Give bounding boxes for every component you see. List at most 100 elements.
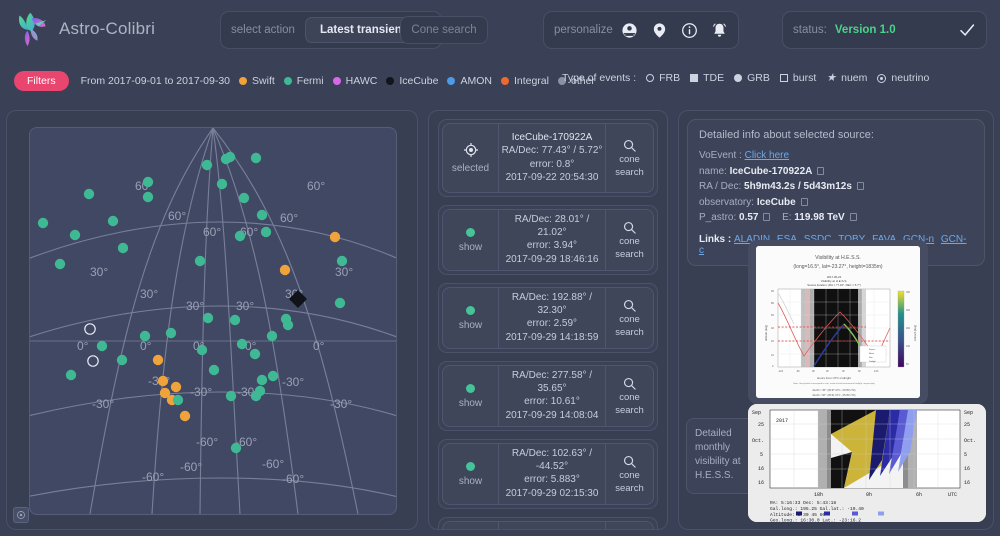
event-type-burst[interactable]: burst xyxy=(779,72,816,84)
sky-marker[interactable] xyxy=(84,323,96,335)
monthly-visibility-image[interactable]: Sep Sep 25 25 Oct. Oct. 5 5 16 16 16 16 2017 1… xyxy=(748,404,986,522)
copy-icon[interactable] xyxy=(849,213,857,221)
transient-cone-search-button[interactable]: cone search xyxy=(605,444,653,504)
selected-indicator[interactable]: selected xyxy=(443,124,499,192)
sky-marker[interactable] xyxy=(194,255,206,267)
user-icon[interactable] xyxy=(621,22,638,39)
sky-marker[interactable] xyxy=(225,390,237,402)
transient-list-panel[interactable]: selected IceCube-170922A RA/Dec: 77.43° … xyxy=(428,110,668,530)
legend-item-hawc[interactable]: HAWC xyxy=(332,75,377,87)
sky-marker[interactable] xyxy=(234,230,246,242)
event-type-neutrino[interactable]: neutrino xyxy=(877,72,929,84)
cone-search-button[interactable]: Cone search xyxy=(400,16,488,44)
sky-marker[interactable] xyxy=(256,374,268,386)
svg-text:16: 16 xyxy=(964,466,970,472)
sky-marker[interactable] xyxy=(224,151,236,163)
sky-marker[interactable] xyxy=(87,355,99,367)
sky-marker[interactable] xyxy=(334,297,346,309)
transient-card[interactable]: show RA/Dec: 28.01° / 21.02° error: 3.94… xyxy=(438,205,658,275)
filters-button[interactable]: Filters xyxy=(14,71,69,91)
sky-marker[interactable] xyxy=(282,319,294,331)
sky-map-canvas[interactable]: 60° 60° 60° 60° 60° 60° 30° 30° 30° 30° … xyxy=(29,127,397,515)
sky-marker[interactable] xyxy=(196,344,208,356)
transient-card[interactable]: show RA/Dec: 102.63° / -44.52° error: 5.… xyxy=(438,439,658,509)
copy-icon[interactable] xyxy=(800,197,808,206)
copy-icon[interactable] xyxy=(856,182,864,190)
voevent-link[interactable]: Click here xyxy=(745,150,789,161)
bell-icon[interactable] xyxy=(711,22,728,39)
show-toggle[interactable]: show xyxy=(443,366,499,426)
sky-marker[interactable] xyxy=(96,340,108,352)
transient-cone-search-button[interactable]: cone search xyxy=(605,288,653,348)
sky-marker[interactable] xyxy=(152,354,164,366)
sky-marker[interactable] xyxy=(229,314,241,326)
info-icon[interactable] xyxy=(681,22,698,39)
sky-marker[interactable] xyxy=(107,215,119,227)
sky-marker[interactable] xyxy=(336,255,348,267)
show-toggle[interactable]: show xyxy=(443,288,499,348)
sky-marker[interactable] xyxy=(260,226,272,238)
sky-marker[interactable] xyxy=(250,152,262,164)
selected-cone-search-button[interactable]: cone search xyxy=(605,124,653,192)
sky-marker[interactable] xyxy=(201,159,213,171)
transient-cone-search-button[interactable]: cone search xyxy=(605,210,653,270)
show-toggle[interactable]: show xyxy=(443,444,499,504)
sky-marker[interactable] xyxy=(142,176,154,188)
map-settings-icon[interactable] xyxy=(13,507,29,523)
sky-marker[interactable] xyxy=(83,188,95,200)
legend-item-amon[interactable]: AMON xyxy=(447,75,492,87)
copy-icon[interactable] xyxy=(763,213,771,221)
sky-marker[interactable] xyxy=(329,231,341,243)
legend-item-icecube[interactable]: IceCube xyxy=(386,75,438,87)
legend-item-swift[interactable]: Swift xyxy=(239,75,275,87)
monthly-info-2: Gal.long.: 195.25 Gal.lat.: -19.40 xyxy=(770,506,864,512)
sky-marker[interactable] xyxy=(238,192,250,204)
sky-marker[interactable] xyxy=(170,381,182,393)
sky-marker[interactable] xyxy=(230,442,242,454)
sky-marker[interactable] xyxy=(249,348,261,360)
sky-marker[interactable] xyxy=(54,258,66,270)
sky-marker[interactable] xyxy=(202,312,214,324)
sky-marker[interactable] xyxy=(172,394,184,406)
event-type-nuem[interactable]: ★ nuem xyxy=(826,72,867,84)
sky-marker[interactable] xyxy=(256,209,268,221)
sky-marker[interactable] xyxy=(157,375,169,387)
transient-card[interactable]: show RA/Dec: 192.88° / 32.30° error: 2.5… xyxy=(438,283,658,353)
svg-text:0h: 0h xyxy=(866,492,872,498)
selected-event-card[interactable]: selected IceCube-170922A RA/Dec: 77.43° … xyxy=(438,119,658,197)
event-type-grb[interactable]: GRB xyxy=(734,72,770,84)
event-type-frb[interactable]: FRB xyxy=(646,72,680,84)
sky-marker[interactable] xyxy=(208,364,220,376)
visibility-plot-image[interactable]: Visibility at H.E.S.S. (long=16.5°, lat=… xyxy=(756,246,920,398)
transient-cone-search-button[interactable]: cone xyxy=(605,522,653,529)
location-pin-icon[interactable] xyxy=(651,22,668,39)
sky-marker[interactable] xyxy=(267,370,279,382)
sky-marker[interactable] xyxy=(279,264,291,276)
transient-cone-search-button[interactable]: cone search xyxy=(605,366,653,426)
sky-marker[interactable] xyxy=(165,327,177,339)
sky-marker[interactable] xyxy=(139,330,151,342)
sky-marker[interactable] xyxy=(116,354,128,366)
sky-marker[interactable] xyxy=(65,369,77,381)
sky-marker[interactable] xyxy=(179,410,191,422)
sky-marker[interactable] xyxy=(266,330,278,342)
sky-marker[interactable] xyxy=(69,229,81,241)
show-toggle[interactable]: show xyxy=(443,522,499,529)
sky-marker[interactable] xyxy=(216,178,228,190)
monthly-year: 2017 xyxy=(776,418,788,424)
event-type-tde[interactable]: TDE xyxy=(690,72,724,84)
sky-marker[interactable] xyxy=(250,390,262,402)
cone-label-line2: search xyxy=(615,482,644,494)
transient-card[interactable]: show RA/Dec: 277.58° / 35.65° error: 10.… xyxy=(438,361,658,431)
svg-text:5: 5 xyxy=(760,452,763,458)
square-filled-icon xyxy=(690,74,699,82)
legend-item-fermi[interactable]: Fermi xyxy=(283,75,324,87)
sky-marker[interactable] xyxy=(236,338,248,350)
transient-card[interactable]: show RA/Dec: 82.40° / 80.60° error: 15.1… xyxy=(438,517,658,529)
legend-item-integral[interactable]: Integral xyxy=(500,75,549,87)
sky-marker[interactable] xyxy=(37,217,49,229)
sky-marker[interactable] xyxy=(142,191,154,203)
sky-marker[interactable] xyxy=(117,242,129,254)
copy-icon[interactable] xyxy=(817,166,825,175)
show-toggle[interactable]: show xyxy=(443,210,499,270)
